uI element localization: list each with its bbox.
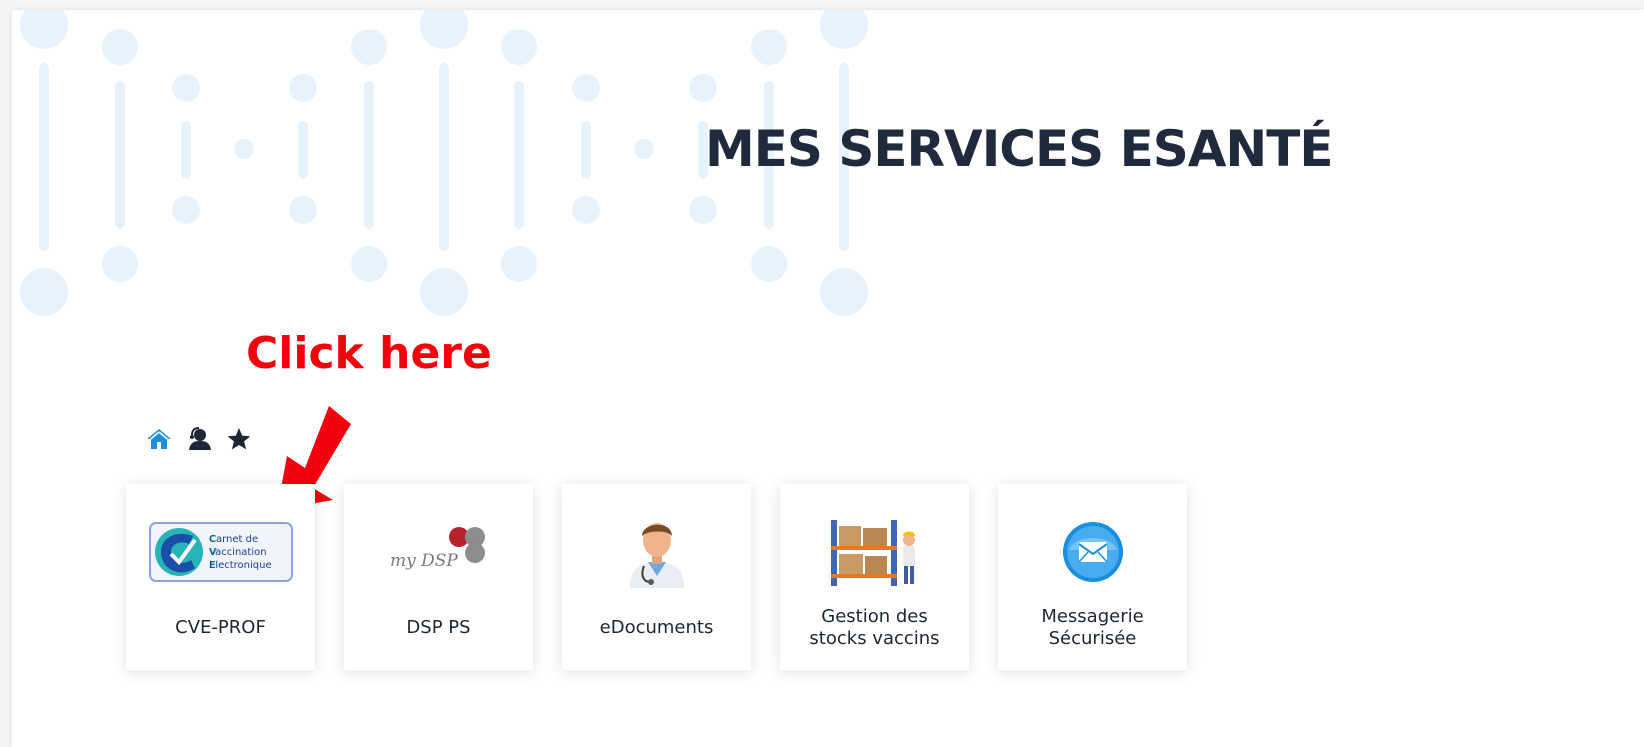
view-toolbar [146, 426, 252, 452]
mydsp-logo: my DSP [344, 516, 533, 588]
click-here-annotation: Click here [246, 328, 492, 379]
doctor-icon [562, 516, 751, 588]
service-tile-cve-prof[interactable]: C V E Carnet de Vaccination Electronique… [126, 484, 315, 670]
mydsp-logo-text: my DSP [390, 551, 458, 571]
service-label: eDocuments [599, 617, 714, 638]
cve-logo-line-3: Electronique [209, 560, 272, 571]
user-support-icon[interactable] [186, 426, 212, 452]
cve-logo-line-2: Vaccination [209, 547, 267, 558]
service-label: Gestion des stocks vaccins [809, 606, 940, 649]
service-tile-dsp-ps[interactable]: my DSP DSP PS [344, 484, 533, 670]
star-icon[interactable] [226, 426, 252, 452]
service-label: CVE-PROF [175, 617, 266, 638]
home-icon[interactable] [146, 426, 172, 452]
cve-logo-line-1: Carnet de [209, 534, 258, 545]
service-tile-edocuments[interactable]: eDocuments [562, 484, 751, 670]
service-label: Messagerie Sécurisée [1041, 606, 1144, 649]
services-grid: C V E Carnet de Vaccination Electronique… [126, 484, 1187, 670]
secure-mail-icon [998, 516, 1187, 588]
warehouse-icon [780, 516, 969, 588]
service-tile-gestion-stocks[interactable]: Gestion des stocks vaccins [780, 484, 969, 670]
carnet-vaccination-logo: C V E Carnet de Vaccination Electronique [126, 516, 315, 588]
page-title: MES SERVICES ESANTÉ [705, 120, 1334, 178]
service-label: DSP PS [406, 617, 471, 638]
service-tile-messagerie[interactable]: Messagerie Sécurisée [998, 484, 1187, 670]
